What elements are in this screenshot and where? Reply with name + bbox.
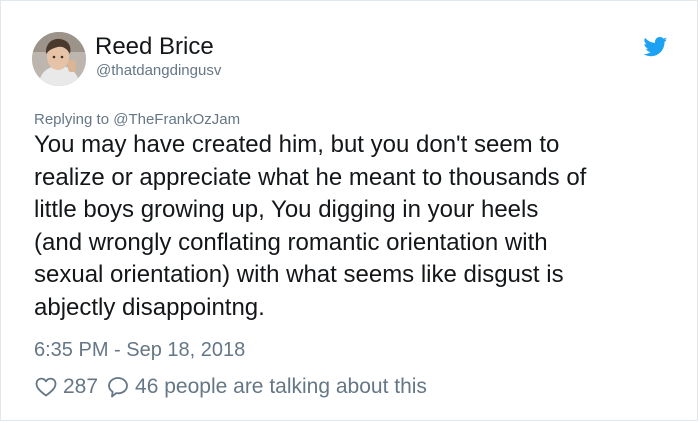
user-handle[interactable]: @thatdangdingusv	[96, 62, 221, 80]
heart-icon[interactable]	[34, 375, 58, 399]
conversation-count[interactable]: 46 people are talking about this	[135, 375, 427, 399]
tweet-text: You may have created him, but you don't …	[34, 131, 587, 321]
speech-bubble-icon[interactable]	[106, 375, 130, 399]
tweet-actions: 287 46 people are talking about this	[34, 373, 427, 401]
like-count[interactable]: 287	[63, 375, 98, 399]
display-name[interactable]: Reed Brice	[95, 33, 214, 61]
twitter-bird-icon[interactable]	[643, 37, 668, 57]
reply-mention-link[interactable]: @TheFrankOzJam	[113, 111, 240, 128]
tweet-timestamp[interactable]: 6:35 PM - Sep 18, 2018	[34, 338, 245, 362]
replying-to-label: Replying to	[34, 111, 114, 128]
avatar[interactable]	[32, 32, 86, 86]
tweet-card: Reed Brice @thatdangdingusv Replying to …	[0, 0, 698, 421]
avatar-photo	[32, 32, 86, 86]
replying-to: Replying to @TheFrankOzJam	[34, 111, 240, 129]
